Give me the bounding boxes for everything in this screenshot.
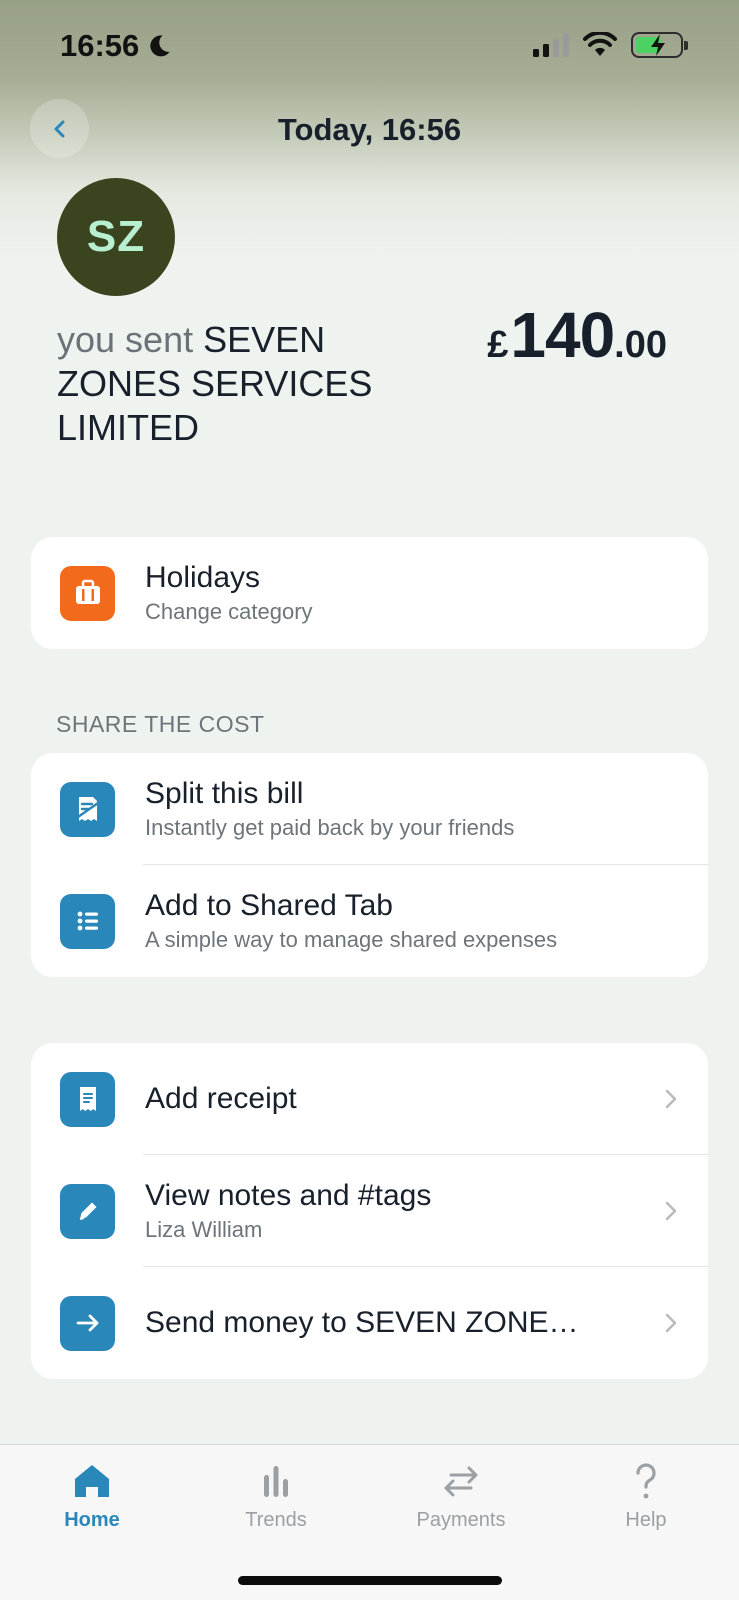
shared-tab-label: Add to Shared Tab [145,889,393,922]
split-bill-sub: Instantly get paid back by your friends [145,815,515,840]
tab-trends[interactable]: Trends [206,1459,346,1532]
page-title: Today, 16:56 [277,112,462,147]
home-indicator[interactable] [238,1576,502,1585]
suitcase-icon [60,565,115,621]
tab-home-label: Home [64,1509,120,1531]
list-icon [60,893,115,949]
merchant-avatar: SZ [57,178,175,296]
moon-icon [150,35,170,57]
category-label: Holidays [145,561,261,594]
split-bill-row[interactable]: Split this bill Instantly get paid back … [31,753,708,865]
home-icon [75,1465,109,1497]
pencil-icon [60,1183,115,1239]
transaction-prefix: you sent [57,319,194,360]
actions-card: Add receipt View notes and #tags Liza Wi… [31,1043,708,1379]
add-receipt-row[interactable]: Add receipt [31,1043,708,1155]
transaction-amount: £ 140 .00 [487,298,667,372]
share-cost-card: Split this bill Instantly get paid back … [31,753,708,977]
amount-whole: 140 [510,299,615,371]
amount-cents: .00 [614,324,667,366]
receipt-icon [60,1071,115,1127]
change-category-link[interactable]: Change category [145,598,313,626]
notes-tags-sub: Liza William [145,1217,263,1242]
cellular-signal-icon [533,33,569,57]
tab-home[interactable]: Home [22,1459,162,1532]
share-section-title: SHARE THE COST [56,711,265,737]
transfer-icon [444,1466,478,1497]
status-time: 16:56 [60,28,173,64]
tab-payments-label: Payments [416,1509,506,1531]
shared-tab-sub: A simple way to manage shared expenses [145,927,558,952]
tab-help[interactable]: Help [576,1459,716,1532]
tab-payments[interactable]: Payments [391,1459,531,1532]
send-money-row[interactable]: Send money to SEVEN ZONE… [31,1267,708,1379]
split-bill-label: Split this bill [145,777,304,810]
currency-symbol: £ [487,324,509,366]
battery-charging-icon [631,32,688,58]
notes-tags-label: View notes and #tags [145,1179,432,1212]
bar-chart-icon [264,1466,288,1497]
status-time-text: 16:56 [60,28,140,63]
wifi-icon [583,32,617,56]
question-icon [636,1463,656,1499]
chevron-right-icon [665,1313,677,1333]
notes-tags-row[interactable]: View notes and #tags Liza William [31,1155,708,1267]
chevron-right-icon [665,1201,677,1221]
shared-tab-row[interactable]: Add to Shared Tab A simple way to manage… [31,865,708,977]
status-indicators [533,32,688,58]
category-row[interactable]: Holidays Change category [31,537,708,649]
chevron-right-icon [665,1089,677,1109]
tab-trends-label: Trends [245,1509,307,1531]
arrow-right-icon [60,1295,115,1351]
send-money-label: Send money to SEVEN ZONE… [145,1306,579,1339]
add-receipt-label: Add receipt [145,1082,297,1115]
split-bill-icon [60,781,115,837]
tab-help-label: Help [625,1509,667,1531]
category-card[interactable]: Holidays Change category [31,537,708,649]
transaction-description: you sent SEVEN ZONES SERVICES LIMITED [57,318,417,450]
